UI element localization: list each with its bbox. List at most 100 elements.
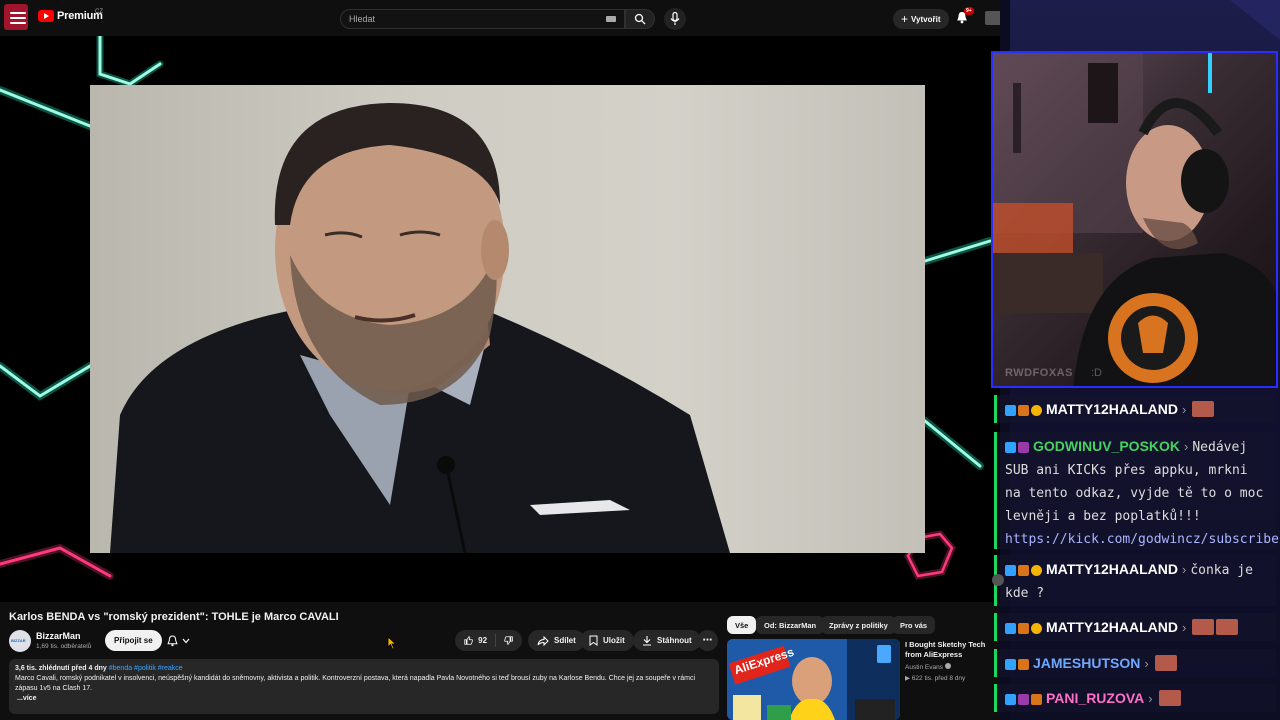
chat-emote [1154, 655, 1177, 671]
mod-badge-icon [1018, 442, 1029, 453]
download-button[interactable]: Stáhnout [633, 630, 701, 651]
chat-badges [1005, 694, 1042, 705]
coin-badge-icon [1031, 623, 1042, 634]
gift-badge-icon [1018, 565, 1029, 576]
video-title: Karlos BENDA vs "romský prezident": TOHL… [9, 611, 339, 623]
share-icon [537, 635, 549, 646]
chip-for-you[interactable]: Pro vás [892, 616, 936, 634]
chat-badges [1005, 565, 1042, 576]
chat-link[interactable]: https://kick.com/godwincz/subscribe [1005, 528, 1279, 551]
save-button[interactable]: Uložit [580, 630, 634, 651]
chat-scroll-handle[interactable] [992, 574, 1004, 586]
chat-chevron: › [1144, 656, 1149, 671]
chat-message[interactable]: JAMESHUTSON › [994, 649, 1276, 677]
webcam-chat-message: :D [1091, 367, 1102, 379]
chat-username[interactable]: MATTY12HAALAND [1046, 561, 1178, 577]
related-video-meta: ▶ 622 tis. před 8 dny [905, 674, 965, 682]
webcam-feed: RWDFOXAS :D [991, 51, 1278, 388]
related-video-thumbnail[interactable]: AliExpress [727, 639, 900, 720]
channel-avatar[interactable] [9, 630, 31, 652]
bell-icon [166, 634, 178, 646]
chat-message[interactable]: GODWINUV_POSKOK › Nedávej SUB ani KICKs př… [994, 432, 1279, 551]
search-placeholder: Hledat [349, 14, 376, 24]
chip-from-channel[interactable]: Od: BizzarMan [756, 616, 825, 634]
more-actions-button[interactable]: ⋯ [697, 630, 718, 651]
chat-emote [1216, 619, 1239, 635]
microphone-icon [670, 12, 680, 25]
sub-badge-icon [1005, 623, 1016, 634]
chip-all[interactable]: Vše [727, 616, 757, 634]
download-label: Stáhnout [657, 636, 692, 645]
verified-icon [944, 663, 951, 669]
description-box[interactable]: 3,6 tis. zhlédnutí před 4 dny #benda #po… [9, 659, 719, 714]
chat-username[interactable]: GODWINUV_POSKOK [1033, 438, 1180, 454]
chat-username[interactable]: MATTY12HAALAND [1046, 401, 1178, 417]
menu-icon[interactable] [9, 9, 27, 27]
webcam-streamer-image [993, 53, 1276, 386]
notifications-badge: 9+ [964, 7, 974, 15]
create-label: Vytvořit [911, 14, 941, 24]
chat-chevron: › [1181, 402, 1187, 417]
related-channel-name: Austin Evans [905, 664, 943, 671]
video-player[interactable] [0, 36, 1000, 602]
related-video-channel[interactable]: Austin Evans [905, 663, 951, 671]
like-count: 92 [478, 636, 488, 645]
chat-badges [1005, 442, 1029, 453]
voice-search-button[interactable] [664, 8, 686, 30]
mouse-cursor-icon [387, 636, 397, 650]
chat-message[interactable]: MATTY12HAALAND › [994, 395, 1276, 423]
chat-emote [1192, 619, 1215, 635]
download-icon [643, 636, 651, 646]
sub-badge-icon [1005, 659, 1016, 670]
webcam-chat-username: RWDFOXAS [1005, 367, 1073, 379]
description-text: Marco Cavali, romský podnikatel v insolv… [15, 675, 696, 692]
live-chat: MATTY12HAALAND › GODWINUV_POSKOK › Nedávej … [990, 395, 1280, 720]
video-frame[interactable] [90, 85, 925, 553]
show-more-link[interactable]: ...více [17, 694, 713, 704]
search-button[interactable] [625, 9, 655, 29]
subscription-bell-button[interactable] [160, 630, 196, 651]
coin-badge-icon [1031, 405, 1042, 416]
sub-badge-icon [1005, 565, 1016, 576]
youtube-play-icon [38, 10, 54, 22]
chat-chevron: › [1184, 439, 1189, 454]
join-button[interactable]: Připojit se [105, 630, 162, 651]
like-divider [495, 634, 496, 647]
sub-badge-icon [1005, 694, 1016, 705]
hashtags[interactable]: #benda #politik #reakce [109, 665, 183, 672]
chat-emote [1192, 401, 1215, 417]
related-meta-text: 622 tis. před 8 dny [911, 675, 966, 682]
chat-message[interactable]: MATTY12HAALAND › čonka je kde ? [994, 555, 1276, 606]
chevron-down-icon [182, 638, 189, 643]
chat-chevron: › [1148, 691, 1153, 706]
chat-username[interactable]: PANI_RUZOVA [1046, 690, 1144, 706]
chat-message[interactable]: MATTY12HAALAND › [994, 613, 1276, 641]
dislike-icon[interactable] [504, 635, 513, 646]
video-person-image [110, 103, 730, 553]
like-icon[interactable] [464, 635, 473, 646]
chat-badges [1005, 659, 1029, 670]
logo-region: CZ [95, 9, 103, 15]
channel-subscribers: 1,69 tis. odběratelů [36, 643, 92, 650]
chat-message[interactable]: PANI_RUZOVA › [994, 684, 1276, 712]
gift-badge-icon [1018, 405, 1029, 416]
related-thumbnail-image [727, 639, 900, 720]
channel-name[interactable]: BizzarMan [36, 631, 81, 641]
create-button[interactable]: + Vytvořit [893, 9, 949, 29]
gift-badge-icon [1018, 623, 1029, 634]
chat-username[interactable]: JAMESHUTSON [1033, 655, 1140, 671]
gift-badge-icon [1031, 694, 1042, 705]
keyboard-icon[interactable] [606, 16, 616, 22]
chat-username[interactable]: MATTY12HAALAND [1046, 619, 1178, 635]
share-button[interactable]: Sdílet [528, 630, 585, 651]
search-input[interactable]: Hledat [340, 9, 625, 29]
related-video-title[interactable]: I Bought Sketchy Tech from AliExpress [905, 640, 1000, 660]
youtube-logo[interactable]: Premium [38, 10, 103, 22]
youtube-window: Premium CZ Hledat + Vytvořit 9+ Karlos B… [0, 0, 1000, 720]
account-avatar[interactable] [985, 11, 1000, 25]
chat-chevron: › [1181, 562, 1187, 577]
save-icon [589, 635, 598, 646]
coin-badge-icon [1031, 565, 1042, 576]
search-icon [634, 13, 646, 25]
chip-politics-news[interactable]: Zprávy z politiky [821, 616, 896, 634]
